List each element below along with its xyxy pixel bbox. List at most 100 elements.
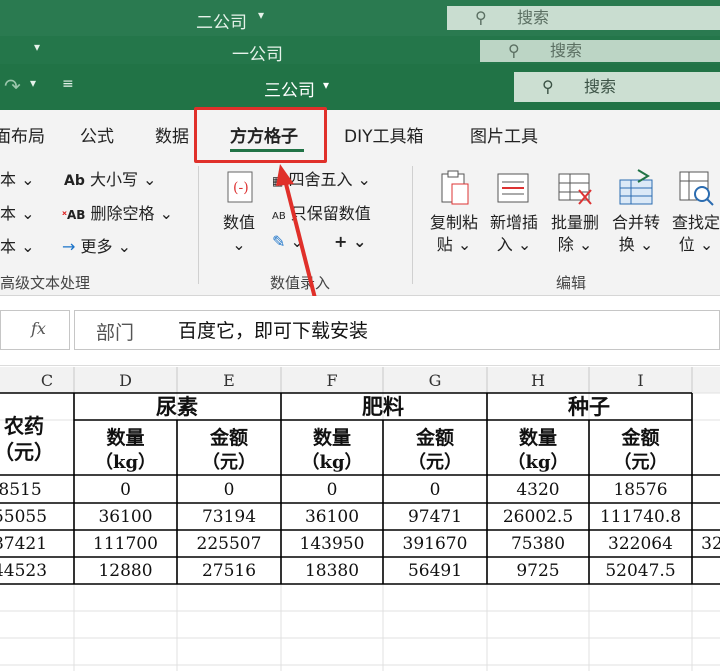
column-header: C <box>41 371 53 390</box>
table-cell: 75380 <box>511 534 565 554</box>
name-box[interactable]: fx <box>0 310 70 350</box>
table-cell: 111700 <box>93 534 158 554</box>
search-icon: ⚲ <box>508 41 520 60</box>
group-separator <box>412 166 413 284</box>
window-titlebar-1: 一公司 ▾ ⚲ 搜索 <box>0 36 720 64</box>
formula-input[interactable] <box>74 310 720 350</box>
header-group: 肥料 <box>362 394 404 419</box>
overlay-caption: 百度它，即可下载安装 <box>178 320 369 342</box>
table-cell: 52047.5 <box>605 561 675 581</box>
window-titlebar-3: ↷ ▾ ≡ 三公司 ▾ ⚲ 搜索 <box>0 64 720 110</box>
merge-icon <box>619 169 653 205</box>
table-cell: 225507 <box>197 534 262 554</box>
group-label-edit: 编辑 <box>556 274 587 292</box>
remove-spaces-icon: ˣAB <box>62 208 86 222</box>
copy-paste-button[interactable]: 复制粘贴 ⌄ <box>425 168 483 256</box>
table-cell: 391670 <box>403 534 468 554</box>
tab-highlight-annotation <box>194 107 327 163</box>
header-amt-unit: （元） <box>614 452 668 473</box>
table-cell: 32 <box>701 534 720 554</box>
column-header: D <box>119 371 132 390</box>
value-label: 数值 <box>222 213 255 232</box>
table-cell: 12880 <box>98 561 152 581</box>
dropdown-icon[interactable]: ▾ <box>258 8 264 22</box>
batch-delete-button[interactable]: 批量删除 ⌄ <box>546 168 604 256</box>
insert-rows-icon <box>497 173 529 203</box>
remove-spaces-button[interactable]: ˣAB 删除空格 ⌄ <box>62 200 173 224</box>
table-cell: 18576 <box>613 480 667 500</box>
search-label: 搜索 <box>550 41 583 60</box>
table-cell: 111740.8 <box>600 507 681 527</box>
redo-dropdown-icon[interactable]: ▾ <box>30 76 36 90</box>
search-box[interactable]: ⚲ 搜索 <box>514 72 720 102</box>
search-label: 搜索 <box>584 77 617 96</box>
value-icon: (-) <box>227 171 253 203</box>
table-cell: 143950 <box>300 534 365 554</box>
table-cell: 36100 <box>305 507 359 527</box>
table-cell: 0 <box>120 480 131 500</box>
table-cell: 8515 <box>0 480 42 500</box>
header-group: 尿素 <box>156 394 198 419</box>
header-qty: 数量 <box>106 426 144 449</box>
redo-icon[interactable]: ↷ <box>4 74 21 98</box>
text-item-2[interactable]: 本 ⌄ <box>0 200 35 224</box>
tab-picture-tools[interactable]: 图片工具 <box>470 122 538 147</box>
arrow-right-icon: → <box>62 237 76 256</box>
search-icon: ⚲ <box>542 77 554 96</box>
change-case-button[interactable]: Ab 大小写 ⌄ <box>64 166 156 190</box>
search-box[interactable]: ⚲ 搜索 <box>480 40 720 62</box>
table-cell: 44523 <box>0 561 47 581</box>
tab-data[interactable]: 数据 <box>155 122 189 147</box>
qat-dropdown-icon[interactable]: ▾ <box>34 40 40 54</box>
clipboard-icon <box>441 170 469 205</box>
add-button[interactable]: + ⌄ <box>334 232 366 251</box>
formula-value: 部门 <box>96 322 135 344</box>
table-cell: 87421 <box>0 534 47 554</box>
tab-formulas[interactable]: 公式 <box>80 122 114 147</box>
text-item-1[interactable]: 本 ⌄ <box>0 166 35 190</box>
tab-page-layout[interactable]: 面布局 <box>0 122 45 147</box>
header-qty-unit: （kg） <box>507 452 568 473</box>
dropdown-icon[interactable]: ▾ <box>323 78 329 92</box>
find-locate-button[interactable]: 查找定位 ⌄ <box>667 168 720 256</box>
table-cell: 0 <box>327 480 338 500</box>
column-header: I <box>637 371 643 390</box>
case-icon: Ab <box>64 173 85 189</box>
header-amt: 金额 <box>415 426 454 449</box>
spreadsheet-grid[interactable]: C D E F G H I农药（元）尿素 肥料 种子数量（kg）金额（元）数量（kg）金额（元）… <box>0 367 720 671</box>
find-icon <box>679 171 714 206</box>
column-header: G <box>429 371 442 390</box>
table-cell: 27516 <box>202 561 256 581</box>
window-title: 二公司 <box>196 13 247 33</box>
header-amt-unit: （元） <box>202 452 256 473</box>
table-cell: 9725 <box>516 561 559 581</box>
insert-button[interactable]: 新增插入 ⌄ <box>485 168 543 256</box>
tab-diy-toolbox[interactable]: DIY工具箱 <box>344 122 424 147</box>
table-cell: 4320 <box>516 480 559 500</box>
table-cell: 322064 <box>608 534 673 554</box>
window-title: 三公司 <box>264 81 315 101</box>
header-amt-unit: （元） <box>408 452 462 473</box>
table-cell: 56491 <box>408 561 462 581</box>
header-group: 种子 <box>567 394 610 419</box>
qat-customize-icon[interactable]: ≡ <box>62 76 74 92</box>
ribbon-panel: 本 ⌄ 本 ⌄ 本 ⌄ Ab 大小写 ⌄ ˣAB 删除空格 ⌄ → 更多 ⌄ 高… <box>0 158 720 296</box>
fx-icon[interactable]: fx <box>31 319 46 338</box>
header-qty: 数量 <box>519 426 557 449</box>
merge-convert-button[interactable]: 合并转换 ⌄ <box>607 168 665 256</box>
search-label: 搜索 <box>517 8 550 27</box>
table-cell: 18380 <box>305 561 359 581</box>
search-icon: ⚲ <box>475 8 487 27</box>
text-item-3[interactable]: 本 ⌄ <box>0 233 35 257</box>
table-cell: 26002.5 <box>503 507 573 527</box>
header-amt: 金额 <box>209 426 248 449</box>
table-cell: 97471 <box>408 507 462 527</box>
more-button[interactable]: → 更多 ⌄ <box>62 233 131 257</box>
search-box[interactable]: ⚲ 搜索 <box>447 6 720 30</box>
value-button[interactable]: (-) 数值 ⌄ <box>210 168 268 256</box>
plus-icon: + <box>334 232 348 251</box>
table-cell: 36100 <box>98 507 152 527</box>
group-separator <box>198 166 199 284</box>
group-label-text: 高级文本处理 <box>0 274 91 292</box>
delete-table-icon <box>558 173 592 205</box>
